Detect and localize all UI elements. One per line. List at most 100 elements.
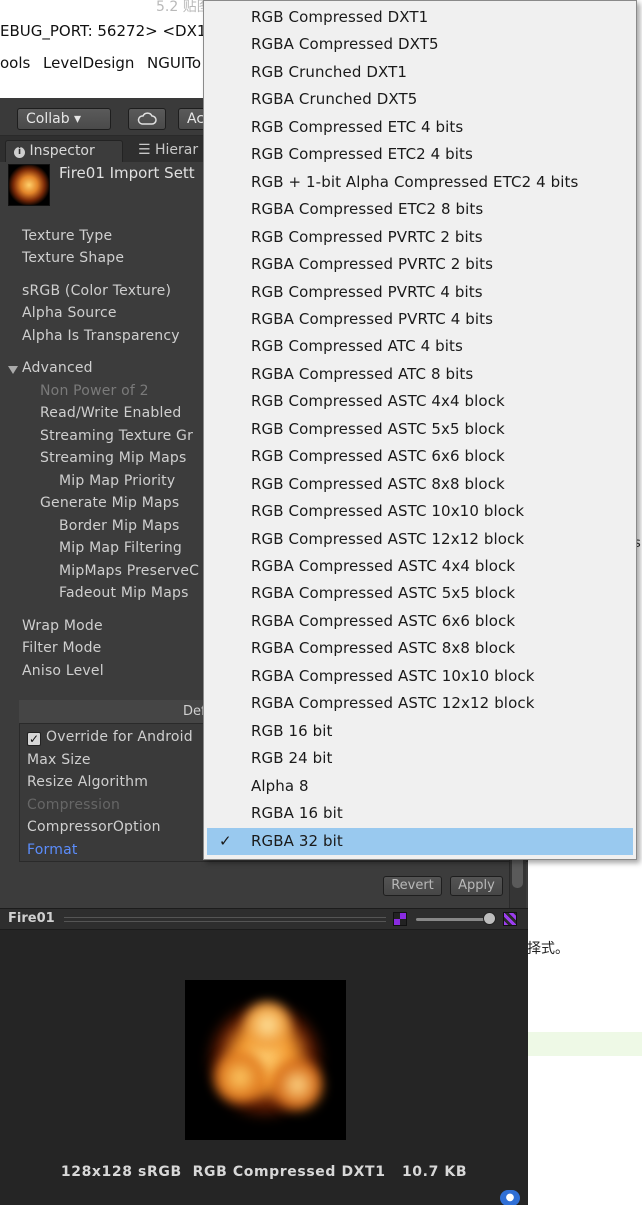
format-option[interactable]: RGB Compressed PVRTC 2 bits: [204, 224, 636, 251]
format-option-label: RGBA Compressed ASTC 4x4 block: [251, 557, 516, 575]
fire-texture-preview: [185, 980, 346, 1140]
format-option[interactable]: RGB + 1-bit Alpha Compressed ETC2 4 bits: [204, 169, 636, 196]
format-option[interactable]: RGBA Compressed DXT5: [204, 31, 636, 58]
format-option[interactable]: RGB Compressed ATC 4 bits: [204, 333, 636, 360]
format-option[interactable]: RGB 16 bit: [204, 718, 636, 745]
preview-drag-handle[interactable]: [64, 917, 386, 922]
format-option[interactable]: RGB Compressed ETC 4 bits: [204, 114, 636, 141]
format-option[interactable]: RGB 24 bit: [204, 745, 636, 772]
format-option[interactable]: RGB Compressed ASTC 6x6 block: [204, 443, 636, 470]
asset-label-icon[interactable]: ●: [500, 1190, 520, 1205]
tab-hierarchy-label: Hierar: [155, 142, 199, 158]
alpha-transparency-label: Alpha Is Transparency: [22, 328, 180, 344]
format-option[interactable]: RGBA Compressed ASTC 12x12 block: [204, 690, 636, 717]
format-option[interactable]: RGBA Compressed PVRTC 2 bits: [204, 251, 636, 278]
override-android-label: Override for Android: [46, 729, 193, 745]
format-option[interactable]: RGBA Compressed ASTC 8x8 block: [204, 635, 636, 662]
inspector-title: Fire01 Import Sett: [59, 164, 195, 182]
page-body-text: 择式。: [527, 941, 569, 957]
checker-icon[interactable]: [393, 912, 407, 926]
preview-title: Fire01: [8, 911, 55, 926]
format-option-label: RGB 16 bit: [251, 721, 333, 740]
window-title: EBUG_PORT: 56272> <DX11: [0, 22, 216, 40]
streaming-texture-label: Streaming Texture Gr: [40, 428, 194, 444]
format-option[interactable]: RGB Compressed ASTC 4x4 block: [204, 388, 636, 415]
format-option[interactable]: RGB Compressed ASTC 12x12 block: [204, 526, 636, 553]
format-option-label: RGBA 32 bit: [251, 831, 343, 850]
alpha-toggle-icon[interactable]: [503, 912, 517, 926]
format-option[interactable]: ✓ RGBA 32 bit: [207, 827, 633, 855]
format-option-label: RGBA Compressed PVRTC 2 bits: [251, 255, 494, 274]
format-option-label: RGB Compressed ATC 4 bits: [251, 337, 463, 356]
format-option-label: RGBA Compressed ASTC 5x5 block: [251, 584, 516, 603]
revert-button[interactable]: Revert: [383, 876, 442, 896]
max-size-label: Max Size: [27, 752, 91, 768]
compressor-option-label: CompressorOption: [27, 819, 161, 835]
tab-inspector[interactable]: i Inspector: [5, 140, 123, 162]
mip-preserve-label: MipMaps PreserveC: [59, 563, 200, 579]
texture-type-label: Texture Type: [22, 228, 113, 244]
format-option[interactable]: RGBA Compressed ASTC 6x6 block: [204, 608, 636, 635]
format-option-label: RGB Compressed DXT1: [251, 8, 429, 26]
checkmark-icon: ✓: [28, 732, 40, 746]
format-option[interactable]: RGB Compressed ASTC 5x5 block: [204, 416, 636, 443]
texture-info-text: 128x128 sRGB RGB Compressed DXT1 10.7 KB: [60, 1164, 468, 1180]
format-option[interactable]: RGB Crunched DXT1: [204, 59, 636, 86]
border-mip-label: Border Mip Maps: [59, 518, 180, 534]
menu-item-leveldesign[interactable]: LevelDesign: [43, 54, 134, 72]
aniso-level-label: Aniso Level: [22, 663, 104, 679]
format-option-label: RGBA Compressed DXT5: [251, 35, 439, 54]
format-option[interactable]: RGBA Compressed PVRTC 4 bits: [204, 306, 636, 333]
format-option[interactable]: RGBA Compressed ETC2 8 bits: [204, 196, 636, 223]
info-icon: i: [14, 147, 25, 158]
format-option[interactable]: RGBA Compressed ASTC 10x10 block: [204, 663, 636, 690]
format-option-label: RGBA Compressed ASTC 6x6 block: [251, 611, 516, 630]
format-option[interactable]: Alpha 8: [204, 773, 636, 800]
compression-label: Compression: [27, 797, 121, 813]
read-write-label: Read/Write Enabled: [40, 405, 182, 421]
format-option[interactable]: RGB Compressed DXT1: [204, 4, 636, 31]
format-option-label: RGB Compressed ETC2 4 bits: [251, 145, 473, 164]
format-option[interactable]: RGB Compressed ASTC 10x10 block: [204, 498, 636, 525]
format-option[interactable]: RGB Compressed PVRTC 4 bits: [204, 279, 636, 306]
format-option-label: RGBA Compressed ETC2 8 bits: [251, 200, 484, 219]
format-option-label: RGB Compressed ASTC 4x4 block: [251, 392, 505, 411]
format-label: Format: [27, 842, 78, 858]
screenshot-root: 5.2 贴图 EBUG_PORT: 56272> <DX11 ools Leve…: [0, 0, 642, 1205]
mip-priority-label: Mip Map Priority: [59, 473, 176, 489]
apply-button[interactable]: Apply: [450, 876, 503, 896]
format-option-label: Alpha 8: [251, 776, 309, 795]
format-option-label: RGBA Compressed PVRTC 4 bits: [251, 309, 494, 328]
fadeout-mip-label: Fadeout Mip Maps: [59, 585, 189, 601]
page-highlight-band: [528, 1032, 642, 1056]
non-power-of-2-label: Non Power of 2: [40, 383, 149, 399]
cloud-icon: [137, 112, 157, 125]
format-option[interactable]: RGB Compressed ETC2 4 bits: [204, 141, 636, 168]
streaming-mip-label: Streaming Mip Maps: [40, 450, 187, 466]
format-option[interactable]: RGB Compressed ASTC 8x8 block: [204, 471, 636, 498]
format-option[interactable]: RGBA 16 bit: [204, 800, 636, 827]
filter-mode-label: Filter Mode: [22, 640, 102, 656]
format-option[interactable]: RGBA Compressed ASTC 5x5 block: [204, 580, 636, 607]
format-option-label: RGB Crunched DXT1: [251, 62, 407, 81]
format-option-label: RGB + 1-bit Alpha Compressed ETC2 4 bits: [251, 172, 579, 191]
hierarchy-icon: ☰: [138, 142, 151, 158]
format-option[interactable]: RGBA Crunched DXT5: [204, 86, 636, 113]
mip-slider-knob[interactable]: [483, 912, 496, 925]
menu-item-tools[interactable]: ools: [0, 54, 30, 72]
format-option-label: RGBA Compressed ASTC 12x12 block: [251, 694, 535, 713]
checkmark-icon: ✓: [219, 831, 232, 850]
menu-item-ngui[interactable]: NGUITo: [147, 54, 201, 72]
texture-thumbnail: [8, 164, 50, 206]
cloud-button[interactable]: [128, 108, 166, 130]
override-android-checkbox[interactable]: ✓: [27, 732, 41, 746]
advanced-foldout-icon[interactable]: [8, 366, 18, 374]
collab-button[interactable]: Collab ▾: [17, 108, 111, 130]
format-option[interactable]: RGBA Compressed ATC 8 bits: [204, 361, 636, 388]
menu-bar: ools LevelDesign NGUITo: [0, 52, 210, 78]
format-option-label: RGBA Compressed ASTC 10x10 block: [251, 666, 535, 685]
format-option[interactable]: RGBA Compressed ASTC 4x4 block: [204, 553, 636, 580]
texture-shape-label: Texture Shape: [22, 250, 125, 266]
advanced-foldout-label[interactable]: Advanced: [22, 360, 93, 376]
wrap-mode-label: Wrap Mode: [22, 618, 103, 634]
